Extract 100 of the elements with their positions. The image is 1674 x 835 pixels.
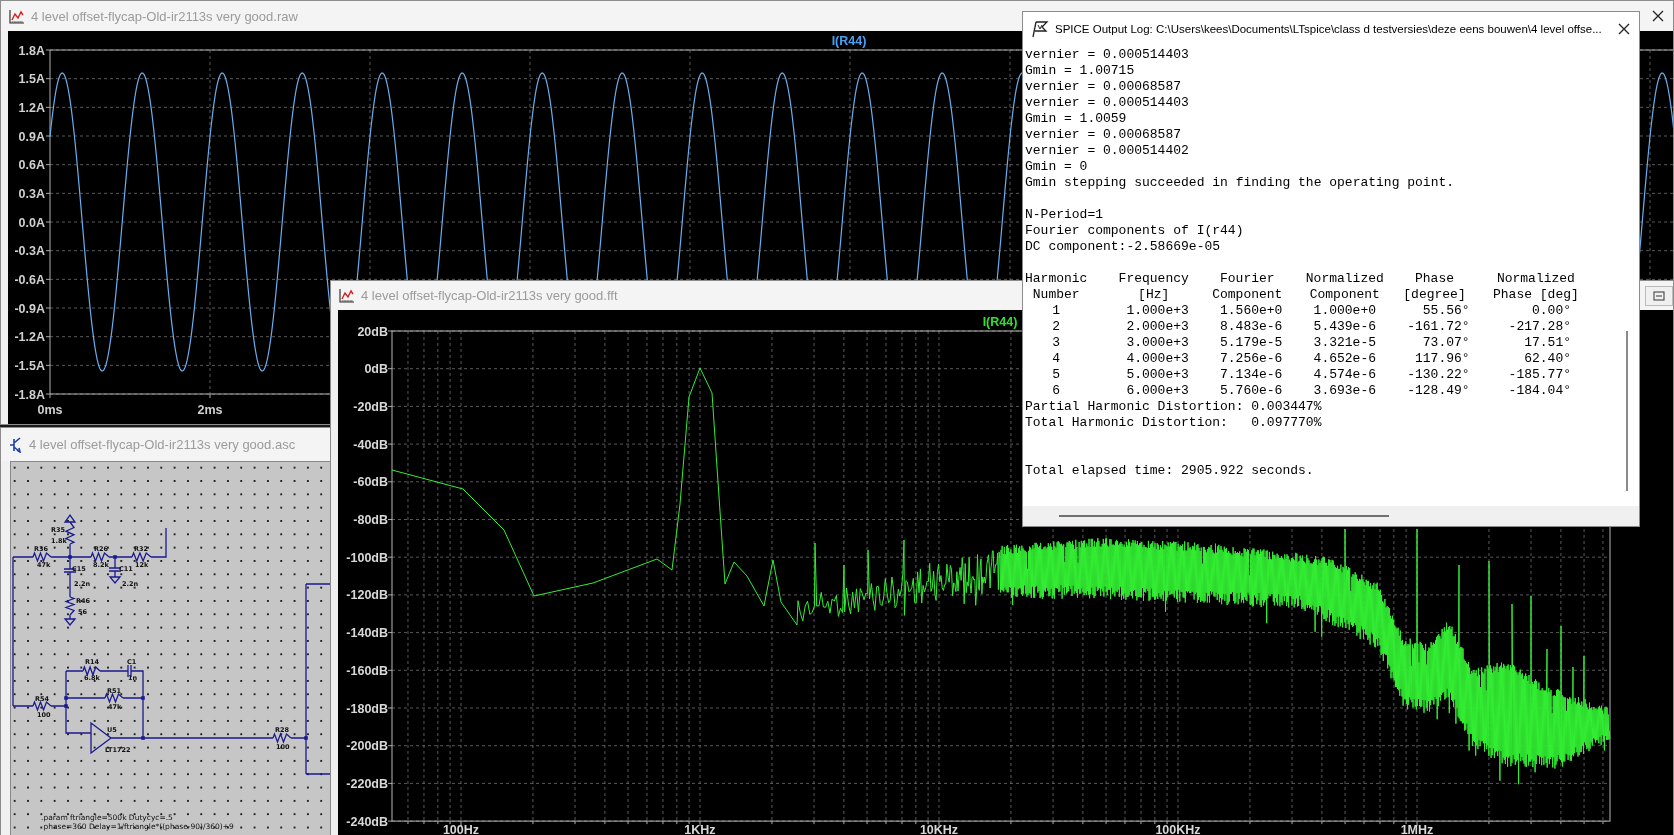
axis-label: 1.8A <box>18 43 45 58</box>
log-line: vernier = 0.000514403 <box>1025 95 1190 111</box>
axis-label: 1KHz <box>684 823 716 835</box>
table-cell-text: 4.000e+3 <box>1125 351 1189 367</box>
axis-label: 100Hz <box>442 823 480 835</box>
table-cell-text: 4 <box>1051 351 1062 367</box>
window-title: 4 level offset-flycap-Old-ir2113s very good.fft <box>361 288 618 303</box>
table-cell-text: 55.56° <box>1421 303 1470 319</box>
table-cell-text: -130.22° <box>1406 367 1470 383</box>
table-cell-text: 1.560e+0 <box>1219 303 1283 319</box>
table-cell-text: 17.51° <box>1523 335 1572 351</box>
table-cell-text: 3.693e-6 <box>1312 383 1377 399</box>
table-cell-text: 7.256e-6 <box>1219 351 1283 367</box>
log-line: Total elapsed time: 2905.922 seconds. <box>1025 463 1315 479</box>
table-cell-text: 0.00° <box>1531 303 1572 319</box>
table-cell-text: -217.28° <box>1507 319 1572 335</box>
table-cell-text: 73.07° <box>1421 335 1470 351</box>
axis-label: 0dB <box>364 362 388 377</box>
table-cell-text: -184.04° <box>1507 383 1572 399</box>
transistor-icon <box>9 436 23 453</box>
axis-label: -140dB <box>346 626 388 641</box>
log-line: vernier = 0.00068587 <box>1025 79 1183 95</box>
log-line: Partial Harmonic Distortion: 0.003447% <box>1025 399 1323 415</box>
close-icon <box>1652 10 1664 22</box>
table-cell-text: 5.760e-6 <box>1219 383 1283 399</box>
scrollbar[interactable] <box>1023 506 1639 526</box>
log-line: Gmin = 0 <box>1025 159 1089 175</box>
window-title: 4 level offset-flycap-Old-ir2113s very good.asc <box>29 437 296 452</box>
axis-label: 1MHz <box>1400 823 1434 835</box>
log-line: vernier = 0.000514402 <box>1025 143 1190 159</box>
table-cell-text: -161.72° <box>1406 319 1470 335</box>
column-header: Frequency [Hz] <box>1118 271 1189 303</box>
table-cell-text: 4.652e-6 <box>1312 351 1377 367</box>
table-cell-text: -185.77° <box>1507 367 1572 383</box>
axis-label: 0.6A <box>18 158 45 173</box>
axis-label: -180dB <box>346 701 388 716</box>
log-line: vernier = 0.00068587 <box>1025 127 1183 143</box>
axis-label: -100dB <box>346 550 388 565</box>
log-line: Gmin = 1.00715 <box>1025 63 1136 79</box>
table-cell-text: -128.49° <box>1406 383 1470 399</box>
axis-label: -0.6A <box>14 272 45 287</box>
axis-label: 2ms <box>197 403 223 417</box>
log-line: Gmin stepping succeeded in finding the operating point. <box>1025 175 1456 191</box>
table-cell-text: 5.439e-6 <box>1312 319 1377 335</box>
table-cell-text: 2 <box>1051 319 1062 335</box>
table-cell-text: 7.134e-6 <box>1219 367 1283 383</box>
axis-label: 100KHz <box>1155 823 1201 835</box>
column-header: Phase [degree] <box>1402 271 1467 303</box>
log-line: DC component:-2.58669e-05 <box>1025 239 1222 255</box>
axis-label: 1.5A <box>18 72 45 87</box>
table-cell-text: 1 <box>1051 303 1062 319</box>
trace-label: I(R44) <box>831 34 867 48</box>
scrollbar[interactable] <box>1626 331 1628 491</box>
window-title: SPICE Output Log: C:\Users\kees\Documents\LTspice\class d testversies\deze eens bouwen\4 level offse... <box>1055 23 1602 35</box>
table-cell-text: 5 <box>1051 367 1062 383</box>
axis-label: 10KHz <box>919 823 959 835</box>
table-cell-text: 6.000e+3 <box>1125 383 1189 399</box>
table-cell-text: 117.96° <box>1414 351 1470 367</box>
axis-label: -0.9A <box>14 301 45 316</box>
column-header: Fourier Component <box>1212 271 1283 303</box>
log-line: vernier = 0.000514403 <box>1025 47 1190 63</box>
axis-label: -60dB <box>353 475 388 490</box>
flag-icon <box>1031 20 1049 38</box>
axis-label: 0.9A <box>18 129 45 144</box>
axis-label: -1.5A <box>14 358 45 373</box>
log-line: Total Harmonic Distortion: 0.097770% <box>1025 415 1323 431</box>
axis-label: -200dB <box>346 739 388 754</box>
axis-label: -20dB <box>353 399 388 414</box>
axis-label: 0ms <box>37 403 63 417</box>
table-cell-text: 62.40° <box>1523 351 1572 367</box>
axis-label: -220dB <box>346 776 388 791</box>
axis-label: 0.0A <box>18 215 45 230</box>
close-icon <box>1618 23 1630 35</box>
window-title: 4 level offset-flycap-Old-ir2113s very good.raw <box>31 8 298 24</box>
table-cell-text: 5.179e-5 <box>1219 335 1283 351</box>
axis-label: -160dB <box>346 663 388 678</box>
axis-label: -120dB <box>346 588 388 603</box>
table-cell-text: 6 <box>1051 383 1062 399</box>
table-cell-text: 5.000e+3 <box>1125 367 1189 383</box>
axis-label: 0.3A <box>18 186 45 201</box>
axis-label: -80dB <box>353 513 388 527</box>
table-cell-text: 2.000e+3 <box>1125 319 1189 335</box>
table-cell-text: 3.000e+3 <box>1125 335 1189 351</box>
log-line: N-Period=1 <box>1025 207 1104 223</box>
axis-label: -1.8A <box>14 387 45 402</box>
table-cell-text: 4.574e-6 <box>1312 367 1377 383</box>
restore-button[interactable] <box>1645 285 1673 306</box>
column-header: Normalized Phase [deg] <box>1493 271 1579 303</box>
chart-icon <box>339 288 355 303</box>
axis-label: -0.3A <box>14 244 45 259</box>
column-header: Normalized Component <box>1305 271 1384 303</box>
table-cell-text: 3 <box>1051 335 1062 351</box>
axis-label: -240dB <box>346 814 388 829</box>
log-line: Gmin = 1.0059 <box>1025 111 1128 127</box>
axis-label: -1.2A <box>14 330 45 345</box>
chart-icon <box>9 8 25 24</box>
restore-icon <box>1653 290 1665 301</box>
table-cell-text: 8.483e-6 <box>1219 319 1283 335</box>
trace-label: I(R44) <box>982 315 1018 329</box>
axis-label: -40dB <box>353 437 388 452</box>
